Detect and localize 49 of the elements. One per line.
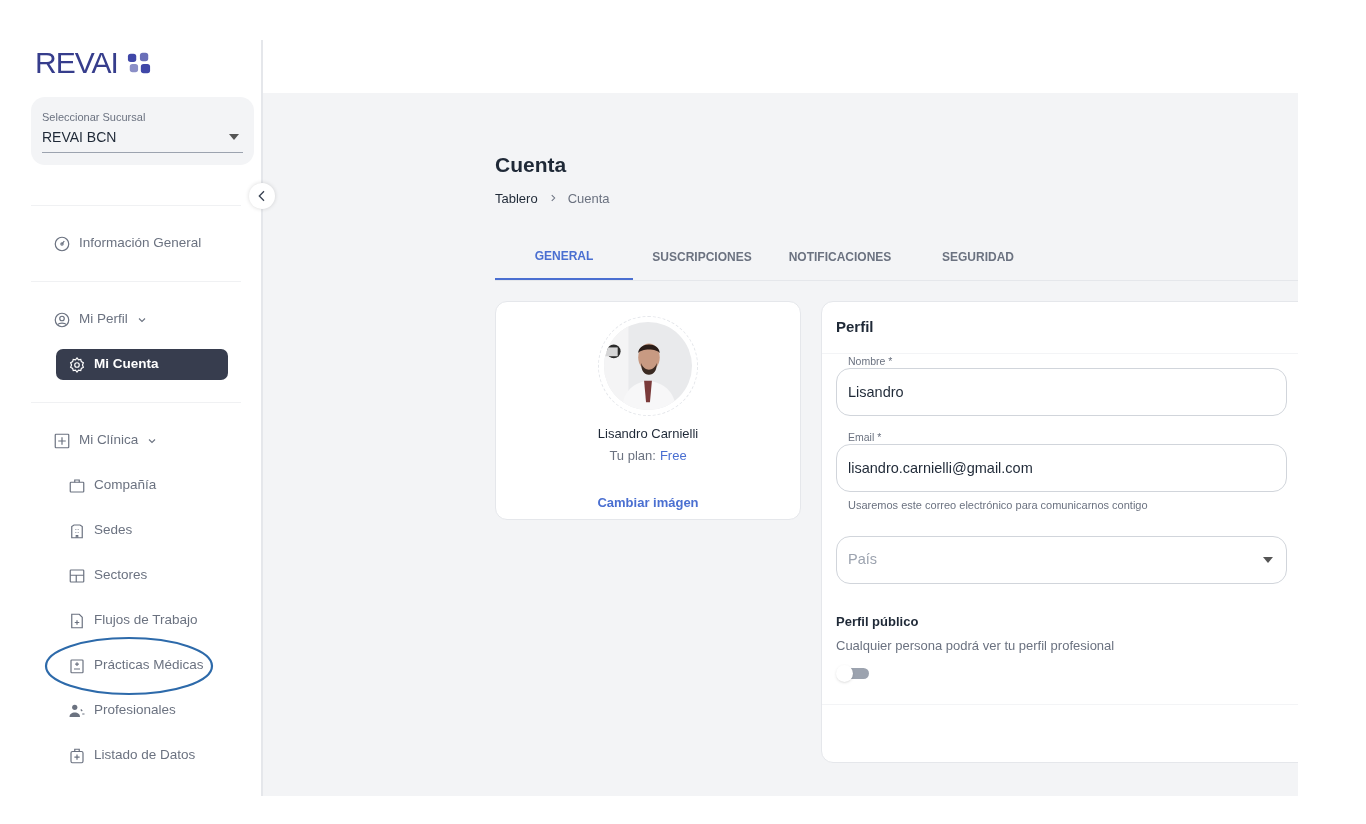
user-name: Lisandro Carnielli [597,425,699,443]
helper-text: Usaremos este correo electrónico para comunicarnos contigo [847,498,1149,513]
medical-kit-icon [68,746,86,765]
layout-icon [68,566,86,585]
user-icon [53,310,71,329]
select-value: REVAI BCN [42,127,117,147]
dropdown-caret-icon [229,134,239,140]
breadcrumb-item[interactable]: Tablero [495,188,538,208]
sidebar-item[interactable]: Sedes [56,515,133,546]
sidebar-item[interactable]: Flujos de Trabajo [56,605,198,636]
branch-select[interactable]: Seleccionar Sucursal REVAI BCN [31,97,254,165]
sidebar-item[interactable]: Sectores [56,560,148,591]
tab[interactable]: SUSCRIPCIONES [633,234,771,280]
plan-name: Free [659,446,687,465]
tab[interactable]: GENERAL [495,234,633,280]
sidebar-item[interactable]: Compañía [56,470,157,501]
text-field[interactable]: lisandro.carnielli@gmail.com [836,444,1287,492]
text-field[interactable]: Lisandro [836,368,1287,416]
briefcase-icon [68,476,86,495]
sidebar-item[interactable]: Listado de Datos [56,740,196,771]
collapse-sidebar-button[interactable] [249,183,275,209]
country-select[interactable]: País [836,535,1287,584]
change-image-button[interactable]: Cambiar imágen [597,493,699,513]
field-label: Email * [847,432,883,443]
dropdown-caret-icon [1263,556,1273,563]
file-plus-icon [68,611,86,630]
plus-square-icon [53,431,71,450]
section-title: Perfil público [836,612,920,631]
breadcrumb-item: Cuenta [567,189,610,208]
gauge-icon [53,234,71,253]
select-label: Seleccionar Sucursal [42,110,147,125]
clipboard-icon [68,656,86,675]
sidebar-item[interactable]: Mi Perfil [31,304,148,335]
card-title: Perfil [836,317,874,338]
building-icon [68,521,86,540]
plan-label: Tu plan: [609,446,656,465]
section-description: Cualquier persona podrá ver tu perfil profesional [836,637,1116,655]
sidebar-item[interactable]: Mi Cuenta [56,349,228,380]
public-profile-toggle[interactable] [836,665,869,682]
settings-icon [68,355,86,374]
tab[interactable]: SEGURIDAD [909,234,1047,280]
sidebar-item[interactable]: Información General [31,228,202,259]
logo-text: REVAI [35,48,118,78]
sidebar-item[interactable]: Profesionales [56,695,176,726]
logo-icon [125,51,152,75]
sidebar-item[interactable]: Mi Clínica [31,425,159,456]
tab[interactable]: NOTIFICACIONES [771,234,909,280]
field-label: Nombre * [847,356,894,367]
page-title: Cuenta [495,152,568,178]
